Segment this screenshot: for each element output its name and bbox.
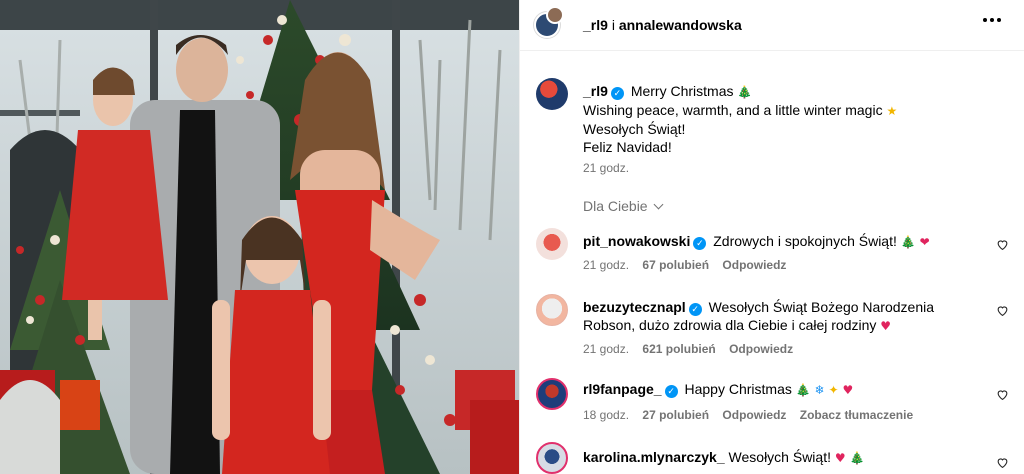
comment-username[interactable]: pit_nowakowski bbox=[583, 233, 690, 249]
heart-icon-emoji: ♥ bbox=[842, 383, 854, 397]
comment-likes[interactable]: 67 polubień bbox=[642, 258, 709, 272]
comment-body: karolina.mlynarczyk_ Wesołych Świąt! ♥ 🎄 bbox=[583, 448, 983, 467]
author-joiner: i bbox=[611, 17, 615, 33]
caption-timestamp[interactable]: 21 godz. bbox=[583, 161, 629, 175]
post-caption: _rl9 ✓ Merry Christmas 🎄 Wishing peace, w… bbox=[583, 82, 1003, 156]
author-username[interactable]: _rl9 bbox=[583, 17, 608, 33]
comet-icon: ✦ bbox=[828, 383, 839, 397]
caption-avatar[interactable] bbox=[536, 78, 568, 110]
comments-sort-dropdown[interactable]: Dla Ciebie bbox=[583, 198, 664, 214]
heart-icon[interactable] bbox=[996, 388, 1009, 401]
comment-username[interactable]: karolina.mlynarczyk_ bbox=[583, 449, 725, 465]
collab-username[interactable]: annalewandowska bbox=[619, 17, 742, 33]
heart-icon-emoji: ♥ bbox=[834, 451, 846, 465]
chevron-down-icon bbox=[653, 199, 664, 210]
verified-badge-icon: ✓ bbox=[693, 237, 707, 250]
heart-icon[interactable] bbox=[996, 238, 1009, 251]
comment-meta: 18 godz. 27 polubień Odpowiedz Zobacz tł… bbox=[583, 408, 923, 422]
heart-face-icon: ❤ bbox=[919, 235, 930, 249]
post-photo[interactable] bbox=[0, 0, 519, 474]
christmas-tree-icon: 🎄 bbox=[795, 383, 811, 397]
christmas-tree-icon: 🎄 bbox=[849, 451, 865, 465]
heart-icon-emoji: ♥ bbox=[880, 319, 892, 333]
christmas-tree-icon: 🎄 bbox=[900, 235, 916, 249]
post-side-panel: _rl9 i annalewandowska _rl9 ✓ Merry Chris… bbox=[519, 0, 1024, 474]
christmas-tree-icon: 🎄 bbox=[737, 85, 753, 99]
caption-line-4: Feliz Navidad! bbox=[583, 139, 672, 155]
comment-body: pit_nowakowski ✓ Zdrowych i spokojnych Św… bbox=[583, 232, 983, 251]
caption-line-2: Wishing peace, warmth, and a little wint… bbox=[583, 102, 883, 118]
comment-avatar[interactable] bbox=[536, 378, 568, 410]
more-options-icon[interactable] bbox=[983, 18, 1001, 24]
heart-icon[interactable] bbox=[996, 456, 1009, 469]
caption-line-1: Merry Christmas bbox=[630, 83, 734, 99]
comment-body: bezuzytecznapl ✓ Wesołych Świąt Bożego Na… bbox=[583, 298, 983, 335]
verified-badge-icon: ✓ bbox=[688, 303, 702, 316]
comment-text: Wesołych Świąt! bbox=[728, 449, 831, 465]
heart-icon[interactable] bbox=[996, 304, 1009, 317]
comment-likes[interactable]: 621 polubień bbox=[642, 342, 715, 356]
caption-username[interactable]: _rl9 bbox=[583, 83, 608, 99]
comment-avatar[interactable] bbox=[536, 442, 568, 474]
comment-reply-button[interactable]: Odpowiedz bbox=[729, 342, 793, 356]
comment-avatar[interactable] bbox=[536, 294, 568, 326]
verified-badge-icon: ✓ bbox=[610, 87, 624, 100]
verified-badge-icon: ✓ bbox=[664, 385, 678, 398]
comment-reply-button[interactable]: Odpowiedz bbox=[722, 408, 786, 422]
post-authors: _rl9 i annalewandowska bbox=[583, 17, 742, 33]
caption-line-3: Wesołych Świąt! bbox=[583, 121, 686, 137]
comment-username[interactable]: rl9fanpage_ bbox=[583, 381, 662, 397]
comment-likes[interactable]: 27 polubień bbox=[642, 408, 709, 422]
snowflake-icon: ❄ bbox=[814, 383, 825, 397]
comment-reply-button[interactable]: Odpowiedz bbox=[722, 258, 786, 272]
comment-time[interactable]: 21 godz. bbox=[583, 342, 629, 356]
post-header: _rl9 i annalewandowska bbox=[520, 0, 1024, 51]
comment-translate-button[interactable]: Zobacz tłumaczenie bbox=[800, 408, 913, 422]
comment-time[interactable]: 21 godz. bbox=[583, 258, 629, 272]
comment-meta: 21 godz. 67 polubień Odpowiedz bbox=[583, 258, 796, 272]
star-icon: ★ bbox=[886, 104, 898, 118]
comment-text: Happy Christmas bbox=[684, 381, 792, 397]
comment-time[interactable]: 18 godz. bbox=[583, 408, 629, 422]
comment-body: rl9fanpage_ ✓ Happy Christmas 🎄 ❄ ✦ ♥ bbox=[583, 380, 983, 399]
collab-avatar[interactable] bbox=[546, 6, 564, 24]
comment-avatar[interactable] bbox=[536, 228, 568, 260]
comments-sort-label: Dla Ciebie bbox=[583, 198, 648, 214]
comment-text: Zdrowych i spokojnych Świąt! bbox=[713, 233, 897, 249]
comment-meta: 21 godz. 621 polubień Odpowiedz bbox=[583, 342, 803, 356]
family-christmas-photo bbox=[0, 0, 519, 474]
comment-username[interactable]: bezuzytecznapl bbox=[583, 299, 686, 315]
